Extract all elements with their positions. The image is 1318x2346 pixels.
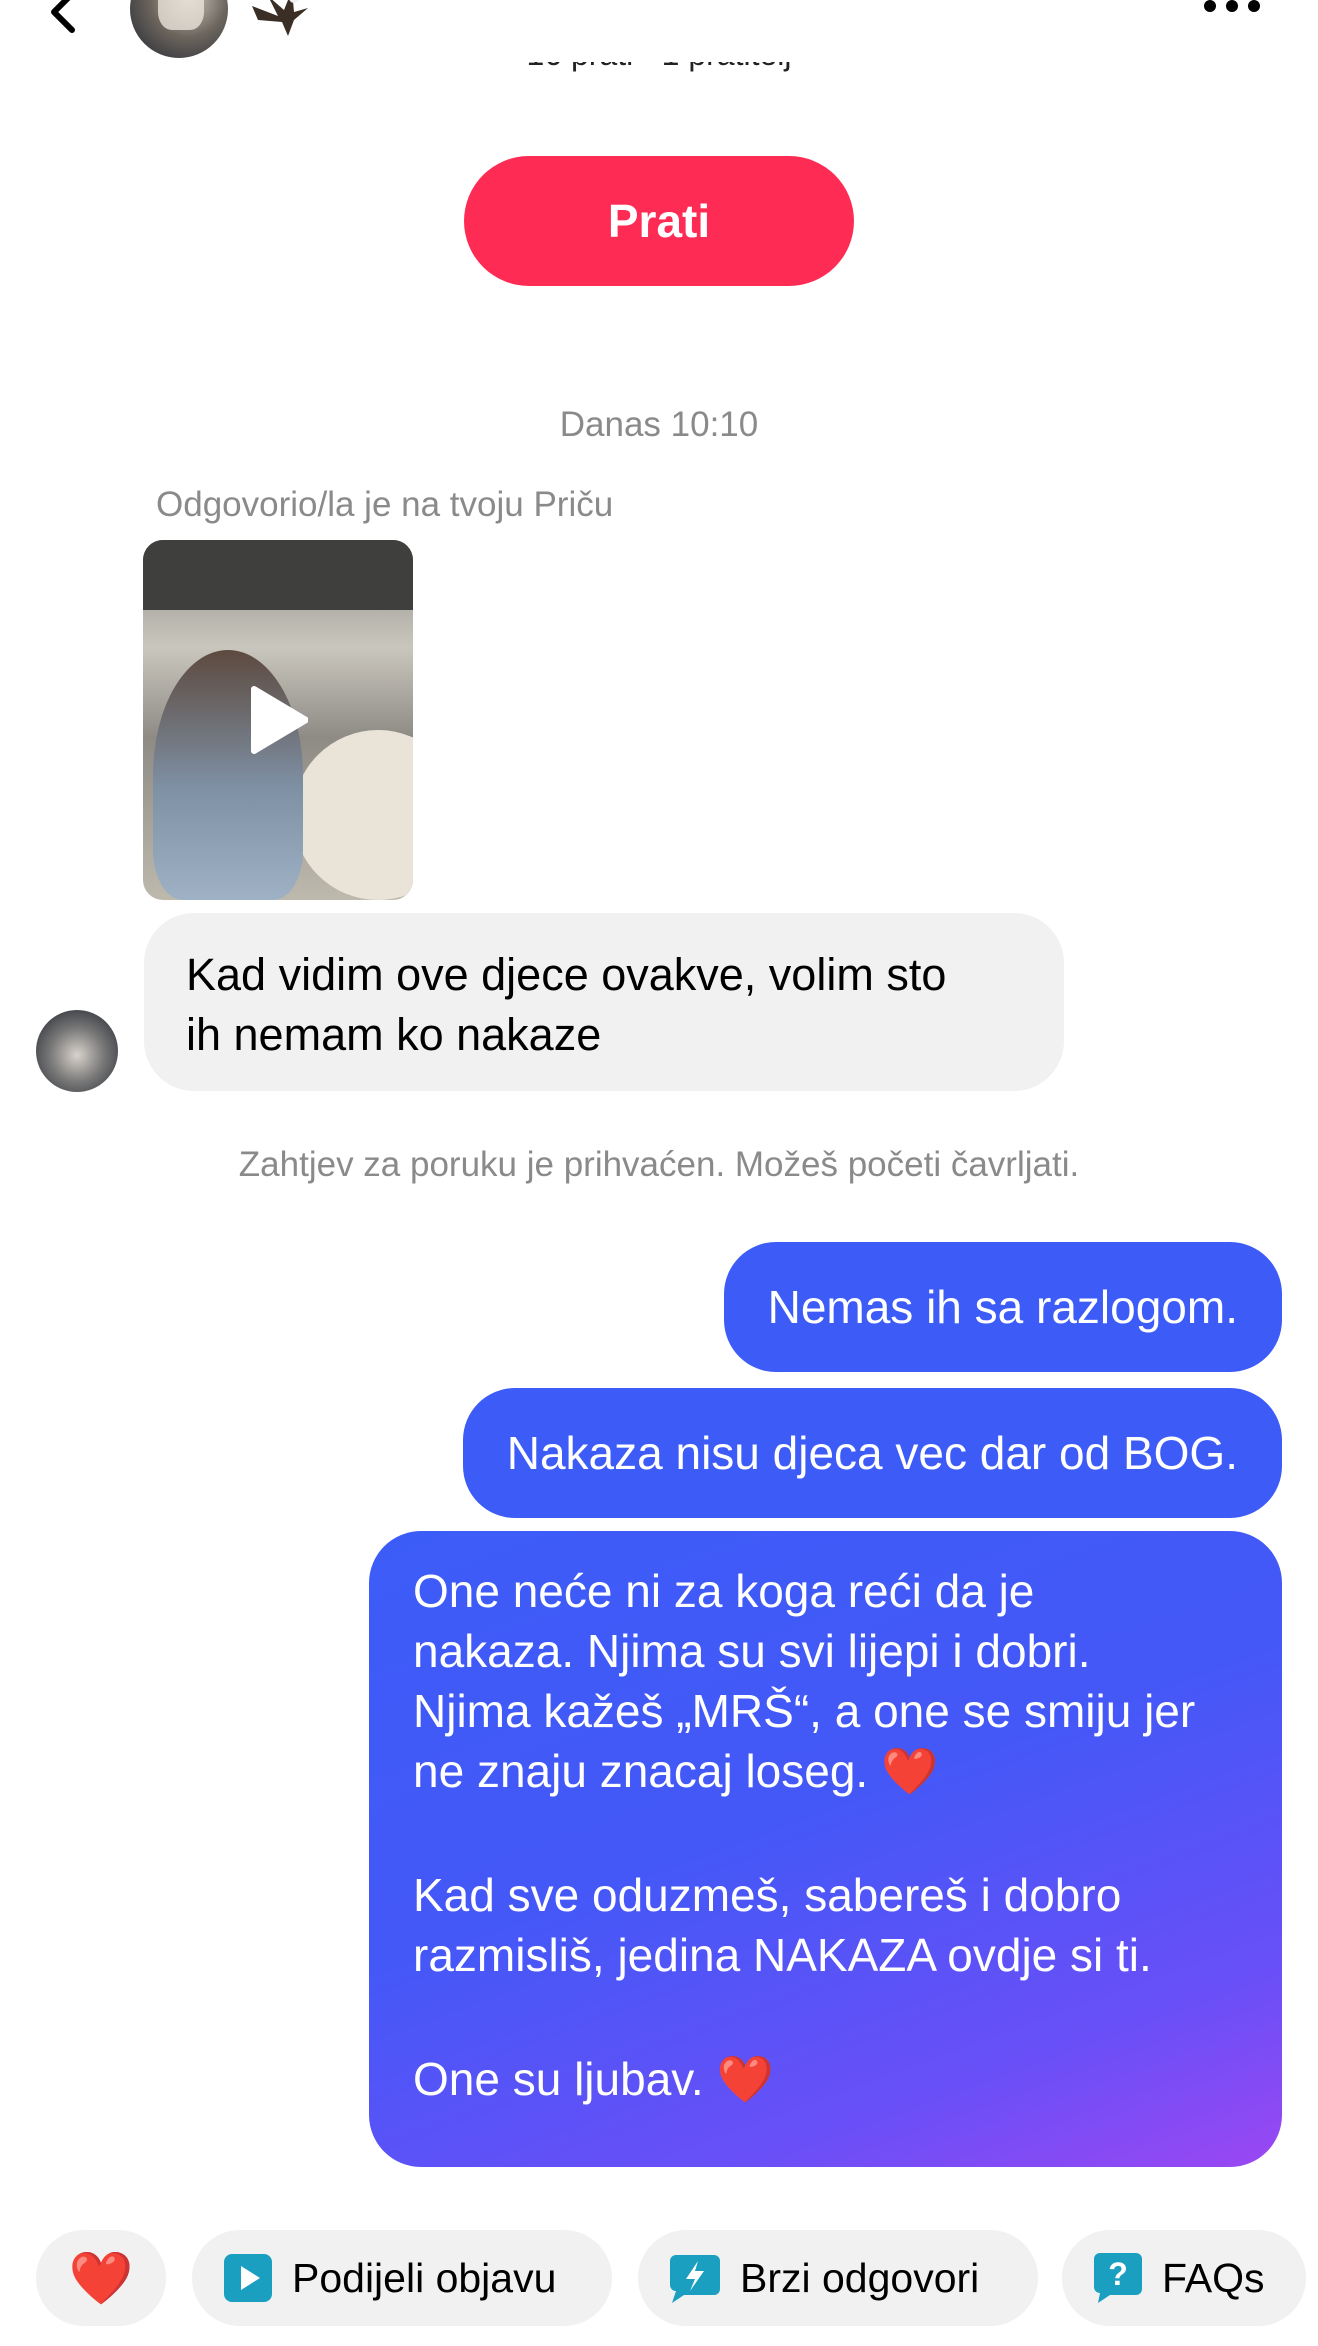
chat-header: 16 prati · 1 pratitelj <box>0 0 1318 80</box>
contact-avatar[interactable] <box>130 0 228 58</box>
quick-heart-button[interactable]: ❤️ <box>36 2230 166 2326</box>
message-line: razmisliš, jedina NAKAZA ovdje si ti. <box>413 1929 1152 1981</box>
incoming-message-line: Kad vidim ove djece ovakve, volim sto <box>186 949 947 1000</box>
svg-text:?: ? <box>1108 2256 1128 2292</box>
story-video-thumbnail[interactable] <box>143 540 413 900</box>
lightning-bubble-icon <box>670 2255 720 2303</box>
quick-replies-label: Brzi odgovori <box>740 2254 980 2301</box>
message-line: ne znaju znacaj loseg. ❤️ <box>413 1741 1238 1801</box>
sender-avatar[interactable] <box>36 1010 118 1092</box>
eagle-emoji-icon <box>252 0 308 36</box>
heart-emoji-icon: ❤️ <box>880 1745 939 1797</box>
message-line: One neće ni za koga reći da je <box>413 1565 1035 1617</box>
back-arrow-icon[interactable] <box>40 0 88 38</box>
outgoing-message-bubble[interactable]: Nakaza nisu djeca vec dar od BOG. <box>462 1388 1282 1518</box>
question-bubble-icon: ? <box>1094 2253 1142 2303</box>
share-post-label: Podijeli objavu <box>292 2254 557 2301</box>
thumbnail-table <box>293 730 413 900</box>
play-icon[interactable] <box>248 685 308 755</box>
heart-icon: ❤️ <box>68 2249 134 2308</box>
follow-button[interactable]: Prati <box>464 156 854 286</box>
message-text: One su ljubav. <box>413 2053 717 2105</box>
incoming-message-bubble[interactable]: Kad vidim ove djece ovakve, volim sto ih… <box>144 913 1064 1091</box>
quick-replies-button[interactable]: Brzi odgovori <box>638 2230 1038 2326</box>
faqs-button[interactable]: ? FAQs <box>1062 2230 1306 2326</box>
more-options-icon[interactable] <box>1200 0 1264 18</box>
outgoing-message-bubble[interactable]: Nemas ih sa razlogom. <box>723 1242 1282 1372</box>
message-line: One su ljubav. ❤️ <box>413 2049 1238 2109</box>
share-post-button[interactable]: Podijeli objavu <box>192 2230 612 2326</box>
message-text: ne znaju znacaj loseg. <box>413 1745 881 1797</box>
heart-emoji-icon: ❤️ <box>716 2053 774 2105</box>
follow-stats: 16 prati · 1 pratitelj <box>0 62 1318 106</box>
system-message: Zahtjev za poruku je prihvaćen. Možeš po… <box>238 1145 1080 1184</box>
play-square-icon <box>224 2254 272 2302</box>
faqs-label: FAQs <box>1162 2254 1265 2301</box>
outgoing-long-message-bubble[interactable]: One neće ni za koga reći da je nakaza. N… <box>369 1531 1282 2167</box>
message-line: nakaza. Njima su svi lijepi i dobri. <box>413 1625 1091 1677</box>
story-reply-label: Odgovorio/la je na tvoju Priču <box>156 485 614 524</box>
message-line: Njima kažeš „MRŠ“, a one se smiju jer <box>413 1685 1196 1737</box>
message-line: Kad sve oduzmeš, sabereš i dobro <box>413 1869 1122 1921</box>
thumbnail-background <box>143 540 413 610</box>
message-timestamp: Danas 10:10 <box>559 405 759 444</box>
incoming-message-line: ih nemam ko nakaze <box>186 1009 602 1060</box>
